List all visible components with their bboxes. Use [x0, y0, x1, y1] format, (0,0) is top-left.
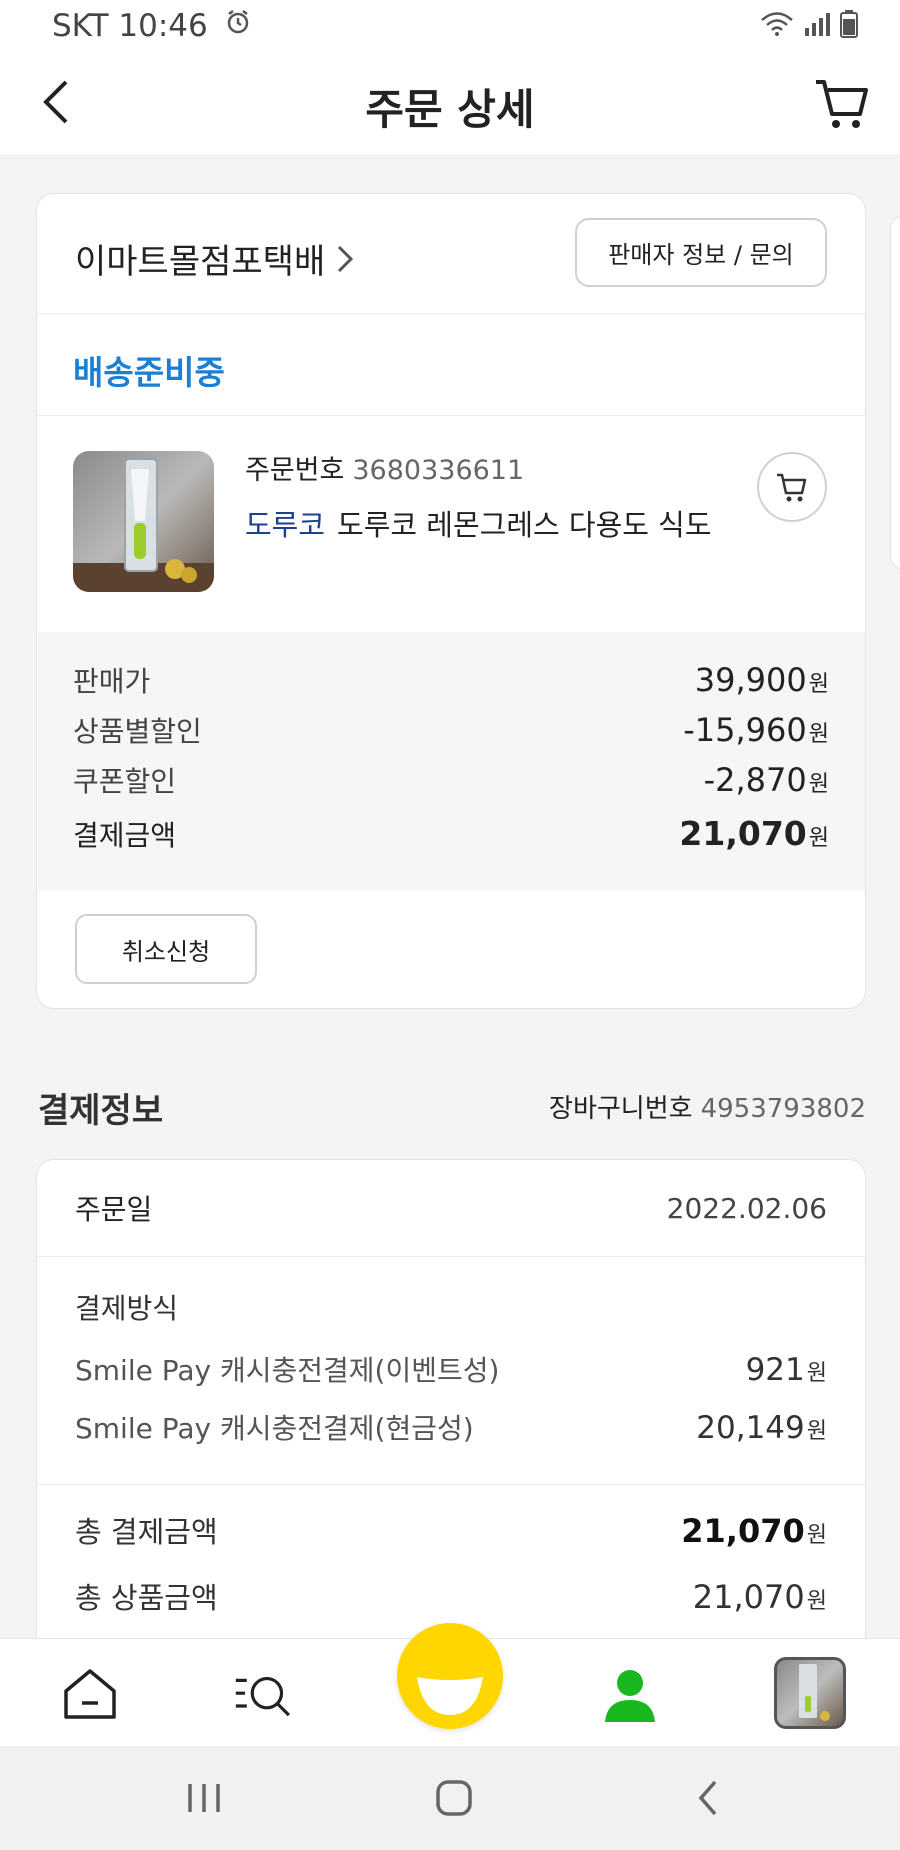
product-brand: 도루코: [245, 508, 326, 542]
cancel-area: 취소신청: [37, 890, 865, 1008]
home-icon: [64, 1669, 116, 1719]
total-payment-label: 총 결제금액: [75, 1515, 218, 1549]
total-payment-value: 21,070: [681, 1512, 805, 1550]
payment-info-title: 결제정보: [38, 1091, 164, 1131]
cancel-request-button[interactable]: 취소신청: [75, 914, 257, 984]
next-card-peek: [890, 215, 900, 570]
price-unit: 원: [808, 672, 829, 697]
product-name: 도루코 레몬그레스 다용도 식도: [337, 508, 712, 542]
total-payment-line: 총 결제금액 21,070원: [75, 1509, 827, 1575]
order-date-label: 주문일: [75, 1193, 153, 1226]
price-label: 판매가: [73, 665, 151, 698]
status-icons: [760, 10, 858, 42]
seller-row: 이마트몰점포택배 판매자 정보 / 문의: [37, 194, 865, 314]
order-card: 이마트몰점포택배 판매자 정보 / 문의 배송준비중 주문번호 368033661…: [36, 193, 866, 1009]
nav-my-page[interactable]: [598, 1663, 662, 1727]
price-unit: 원: [808, 722, 829, 747]
price-line-sale: 판매가 39,900원: [73, 660, 829, 710]
add-to-cart-button[interactable]: [757, 452, 827, 522]
status-left: SKT 10:46: [52, 8, 252, 44]
battery-icon: [840, 10, 858, 42]
cart-icon: [816, 80, 868, 128]
payment-method-label: Smile Pay 캐시충전결제(이벤트성): [75, 1354, 500, 1387]
payment-method-label: Smile Pay 캐시충전결제(현금성): [75, 1412, 474, 1445]
my-page-icon: [605, 1670, 655, 1722]
signal-icon: [804, 12, 830, 40]
price-label: 쿠폰할인: [73, 765, 177, 798]
cart-icon: [777, 473, 807, 502]
carrier-time: SKT 10:46: [52, 8, 208, 44]
delivery-status: 배송준비중: [73, 353, 225, 392]
cart-number-line: 장바구니번호 4953793802: [549, 1088, 866, 1125]
price-line-coupon-discount: 쿠폰할인 -2,870원: [73, 760, 829, 810]
nav-smile[interactable]: [397, 1623, 503, 1729]
product-name-line[interactable]: 도루코 도루코 레몬그레스 다용도 식도: [245, 502, 712, 544]
price-value: -15,960: [683, 711, 807, 749]
cart-number-label: 장바구니번호: [549, 1094, 693, 1124]
category-search-icon: [235, 1676, 290, 1717]
wifi-icon: [760, 11, 794, 41]
nav-home[interactable]: [58, 1663, 122, 1727]
delivery-status-row: 배송준비중: [37, 314, 865, 416]
home-square-icon: [436, 1780, 472, 1816]
order-date: 2022.02.06: [666, 1191, 827, 1225]
payment-summary: 총 결제금액 21,070원 총 상품금액 21,070원: [37, 1485, 865, 1641]
product-row[interactable]: 주문번호 3680336611 도루코 도루코 레몬그레스 다용도 식도: [37, 416, 865, 632]
nav-recent-item[interactable]: [774, 1657, 846, 1729]
system-back-button[interactable]: [682, 1776, 734, 1820]
price-line-total: 결제금액 21,070원: [73, 814, 829, 864]
order-number-label: 주문번호: [245, 455, 345, 486]
order-number: 3680336611: [352, 455, 525, 486]
cart-button[interactable]: [812, 74, 870, 132]
recent-item-icon: [799, 1664, 830, 1721]
seller-name: 이마트몰점포택배: [75, 242, 326, 282]
status-bar: SKT 10:46: [0, 0, 900, 52]
payment-method-title: 결제방식: [75, 1292, 179, 1325]
price-unit: 원: [808, 772, 829, 797]
seller-info-button[interactable]: 판매자 정보 / 문의: [575, 218, 827, 287]
price-breakdown: 판매가 39,900원 상품별할인 -15,960원 쿠폰할인 -2,870원 …: [37, 632, 865, 890]
recent-apps-button[interactable]: [178, 1776, 230, 1820]
cart-number: 4953793802: [700, 1094, 866, 1124]
nav-category-search[interactable]: [234, 1663, 298, 1727]
total-product-unit: 원: [806, 1589, 827, 1614]
order-number-line: 주문번호 3680336611: [245, 448, 524, 487]
payment-method-line: Smile Pay 캐시충전결제(이벤트성) 921원: [75, 1349, 827, 1407]
home-button[interactable]: [428, 1776, 480, 1820]
product-thumbnail[interactable]: [73, 451, 214, 592]
system-nav-bar: [0, 1746, 900, 1850]
back-chevron-icon: [698, 1780, 717, 1816]
smile-icon: [417, 1677, 483, 1715]
bottom-nav: [0, 1623, 900, 1746]
price-line-product-discount: 상품별할인 -15,960원: [73, 710, 829, 760]
payment-method-unit: 원: [806, 1361, 827, 1386]
payment-method-line: Smile Pay 캐시충전결제(현금성) 20,149원: [75, 1407, 827, 1465]
payment-method-value: 921: [745, 1352, 805, 1388]
payment-method-block: 결제방식 Smile Pay 캐시충전결제(이벤트성) 921원 Smile P…: [37, 1257, 865, 1485]
payment-card: 주문일 2022.02.06 결제방식 Smile Pay 캐시충전결제(이벤트…: [36, 1159, 866, 1679]
total-payment-unit: 원: [806, 1523, 827, 1548]
alarm-icon: [224, 8, 252, 44]
seller-link[interactable]: 이마트몰점포택배: [75, 234, 355, 283]
chevron-right-icon: [338, 245, 354, 272]
page-title: 주문 상세: [365, 85, 535, 134]
payment-method-unit: 원: [806, 1419, 827, 1444]
total-product-label: 총 상품금액: [75, 1581, 218, 1615]
order-date-row: 주문일 2022.02.06: [37, 1160, 865, 1257]
total-label: 결제금액: [73, 819, 177, 852]
total-value: 21,070: [679, 814, 807, 853]
price-label: 상품별할인: [73, 715, 202, 748]
total-product-value: 21,070: [692, 1578, 805, 1616]
recent-apps-icon: [188, 1784, 220, 1812]
payment-method-value: 20,149: [696, 1410, 805, 1446]
total-unit: 원: [808, 826, 829, 851]
top-header: 주문 상세: [0, 52, 900, 154]
price-value: 39,900: [694, 661, 807, 699]
price-value: -2,870: [703, 761, 807, 799]
